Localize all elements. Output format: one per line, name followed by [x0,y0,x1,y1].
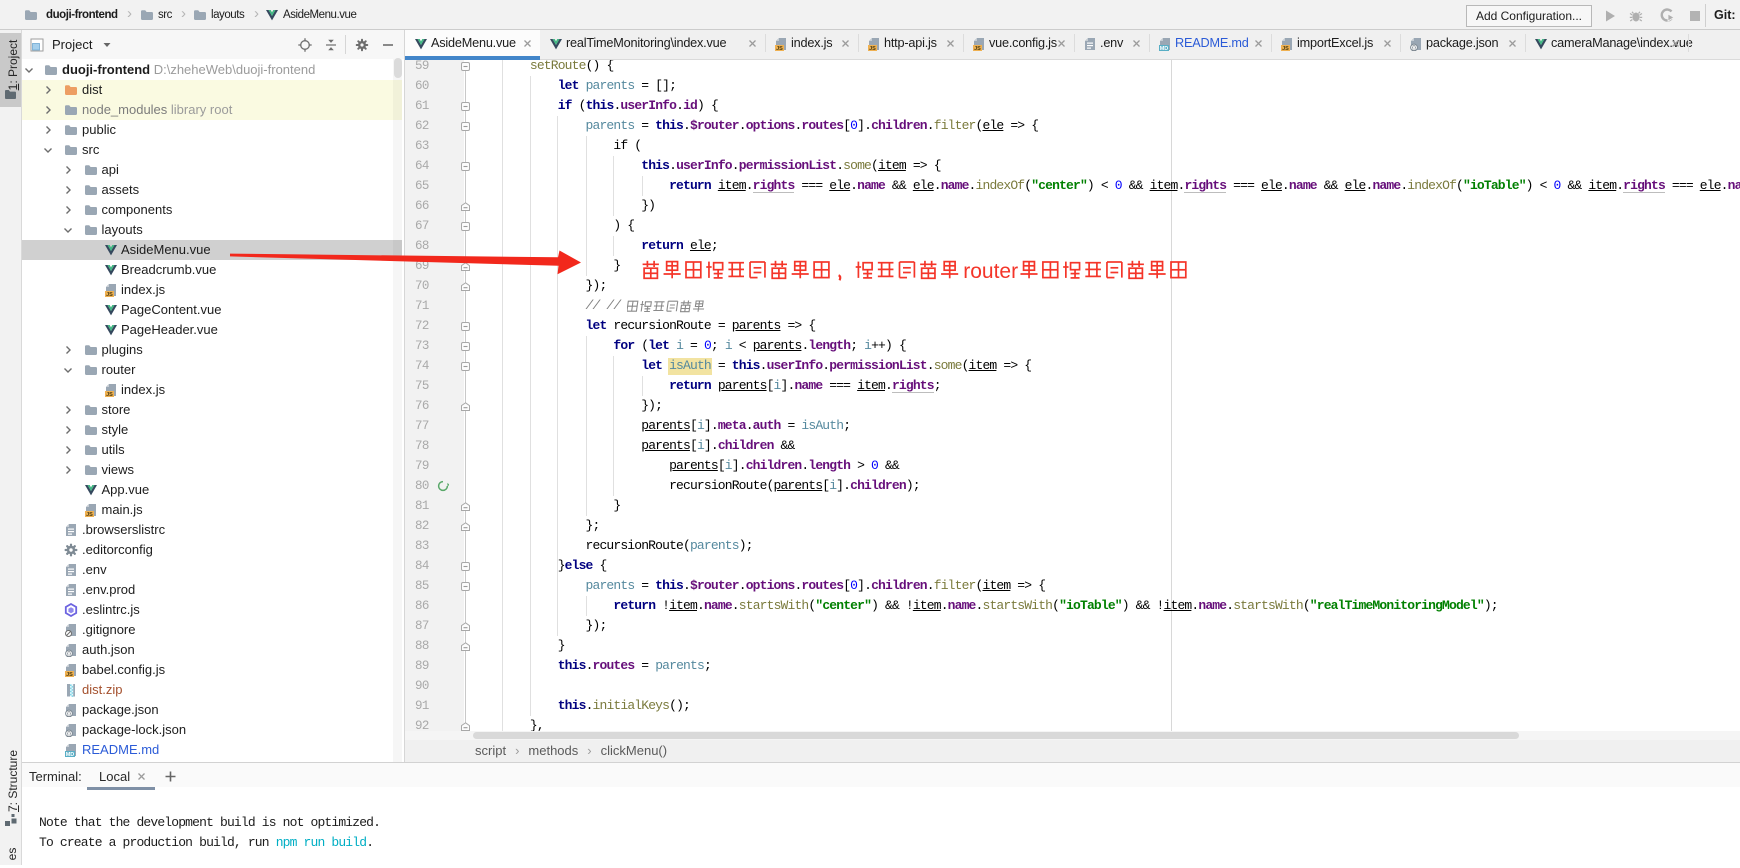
svg-text:MD: MD [66,752,75,757]
svg-text:MD: MD [1160,46,1169,51]
svg-text:JS: JS [776,46,783,51]
svg-text:JS: JS [974,46,981,51]
svg-text:{}: {} [67,652,71,657]
svg-text:JS: JS [106,392,113,397]
svg-text:{}: {} [67,712,71,717]
svg-text:JS: JS [106,292,113,297]
svg-text:{}: {} [1412,46,1416,51]
svg-text:JS: JS [86,512,93,517]
svg-text:{}: {} [67,732,71,737]
svg-text:JS: JS [66,672,73,677]
svg-text:router: router [963,260,1018,283]
svg-text:JS: JS [1282,46,1289,51]
svg-text:JS: JS [869,46,876,51]
